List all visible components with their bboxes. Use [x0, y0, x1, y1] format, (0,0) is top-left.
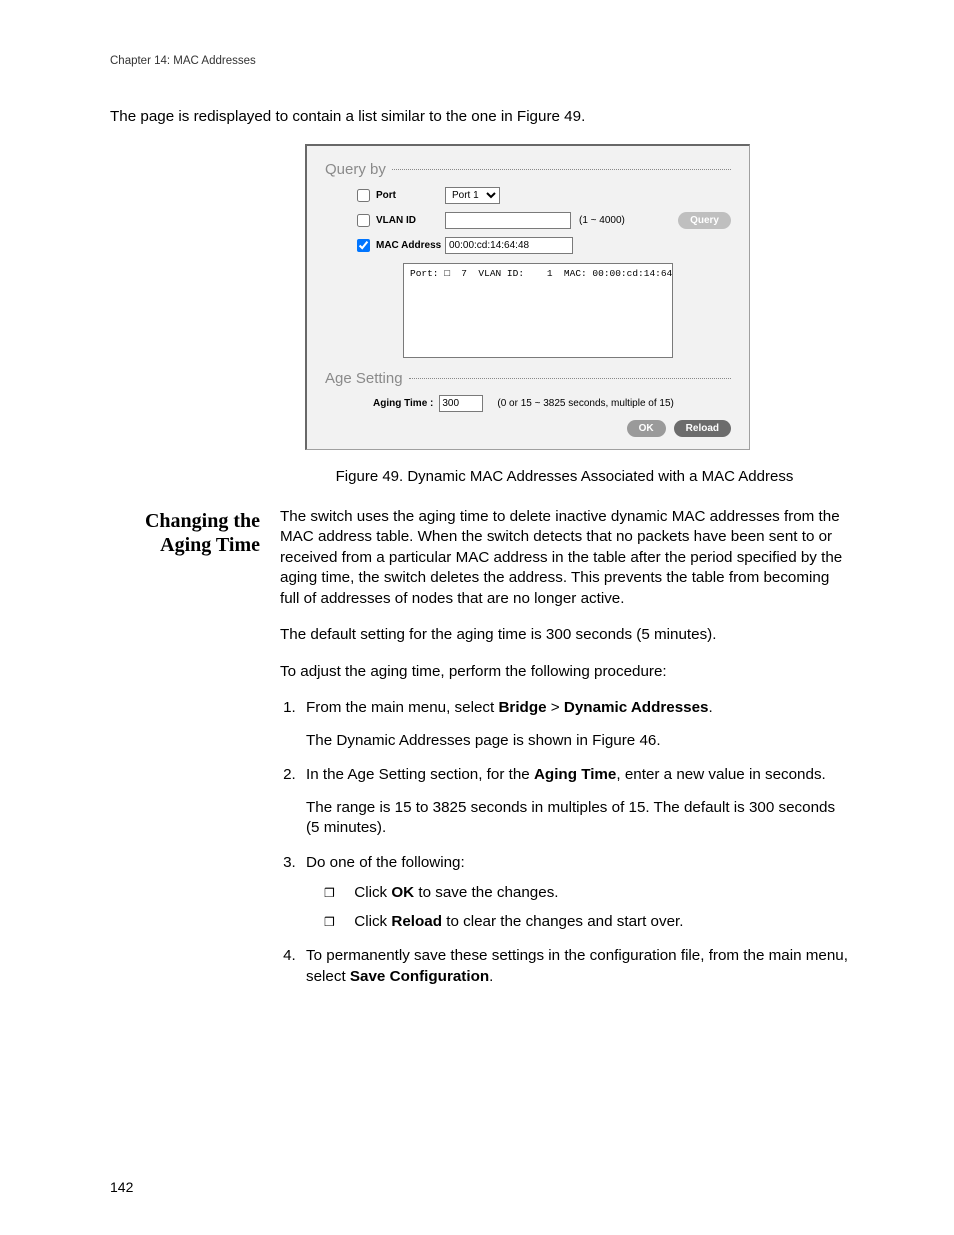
section-divider [392, 169, 731, 170]
aging-hint: (0 or 15 ~ 3825 seconds, multiple of 15) [497, 398, 674, 409]
step-2-sub: The range is 15 to 3825 seconds in multi… [306, 798, 849, 839]
para-1: The switch uses the aging time to delete… [280, 507, 849, 610]
step-3-sub-1: Click OK to save the changes. [324, 883, 849, 904]
step-2: In the Age Setting section, for the Agin… [300, 765, 849, 839]
step-1: From the main menu, select Bridge > Dyna… [300, 698, 849, 751]
mac-input[interactable] [445, 237, 573, 254]
vlan-input[interactable] [445, 212, 571, 229]
step-3-sublist: Click OK to save the changes. Click Relo… [324, 883, 849, 932]
section-query-by: Query by [325, 161, 731, 178]
step-3: Do one of the following: Click OK to sav… [300, 853, 849, 933]
port-checkbox[interactable] [357, 189, 370, 202]
reload-button[interactable]: Reload [674, 420, 731, 437]
para-3: To adjust the aging time, perform the fo… [280, 662, 849, 683]
step-3-sub-2: Click Reload to clear the changes and st… [324, 912, 849, 933]
step-1-sub: The Dynamic Addresses page is shown in F… [306, 731, 849, 752]
port-label: Port [376, 190, 396, 201]
s3s2c: to clear the changes and start over. [442, 913, 683, 930]
s3s1a: Click [354, 884, 391, 901]
step-1-bold-dyn: Dynamic Addresses [564, 699, 709, 716]
button-row: OK Reload [325, 420, 731, 437]
step-2-bold: Aging Time [534, 766, 616, 783]
figure-caption: Figure 49. Dynamic MAC Addresses Associa… [280, 468, 849, 485]
vlan-checkbox[interactable] [357, 214, 370, 227]
section-divider [409, 378, 731, 379]
section-query-by-label: Query by [325, 161, 386, 178]
procedure-list: From the main menu, select Bridge > Dyna… [300, 698, 849, 987]
step-1-sep: > [547, 699, 564, 716]
row-port: Port Port 1 [353, 186, 731, 205]
section-age-setting: Age Setting [325, 370, 731, 387]
s3s1b: OK [391, 884, 414, 901]
side-heading-l1: Changing the [145, 510, 260, 532]
page-header: Chapter 14: MAC Addresses [110, 55, 849, 67]
intro-text: The page is redisplayed to contain a lis… [110, 107, 849, 128]
step-2-text-a: In the Age Setting section, for the [306, 766, 534, 783]
s3s2a: Click [354, 913, 391, 930]
step-2-text-c: , enter a new value in seconds. [616, 766, 825, 783]
step-4: To permanently save these settings in th… [300, 946, 849, 987]
step-1-text-a: From the main menu, select [306, 699, 498, 716]
step-3-text: Do one of the following: [306, 854, 465, 871]
step-1-period: . [709, 699, 713, 716]
section-age-setting-label: Age Setting [325, 370, 403, 387]
step-4-bold: Save Configuration [350, 968, 489, 985]
query-button[interactable]: Query [678, 212, 731, 229]
aging-input[interactable] [439, 395, 483, 412]
result-listbox[interactable]: Port: □ 7 VLAN ID: 1 MAC: 00:00:cd:14:64… [403, 263, 673, 358]
mac-label: MAC Address [376, 240, 441, 251]
row-aging: Aging Time : (0 or 15 ~ 3825 seconds, mu… [373, 395, 731, 412]
s3s2b: Reload [391, 913, 442, 930]
para-2: The default setting for the aging time i… [280, 625, 849, 646]
s3s1c: to save the changes. [414, 884, 558, 901]
side-heading-l2: Aging Time [160, 534, 260, 556]
ok-button[interactable]: OK [627, 420, 666, 437]
vlan-label: VLAN ID [376, 215, 416, 226]
aging-label: Aging Time : [373, 398, 433, 409]
mac-checkbox[interactable] [357, 239, 370, 252]
row-mac: MAC Address [353, 236, 731, 255]
figure-screenshot: Query by Port Port 1 VLAN ID (1 ~ 4000) [305, 144, 750, 450]
row-vlan: VLAN ID (1 ~ 4000) Query [353, 211, 731, 230]
port-select[interactable]: Port 1 [445, 187, 500, 204]
page-number: 142 [110, 1179, 133, 1195]
vlan-hint: (1 ~ 4000) [579, 215, 625, 226]
step-4-text-c: . [489, 968, 493, 985]
side-heading: Changing the Aging Time [110, 507, 280, 557]
step-1-bold-bridge: Bridge [498, 699, 546, 716]
